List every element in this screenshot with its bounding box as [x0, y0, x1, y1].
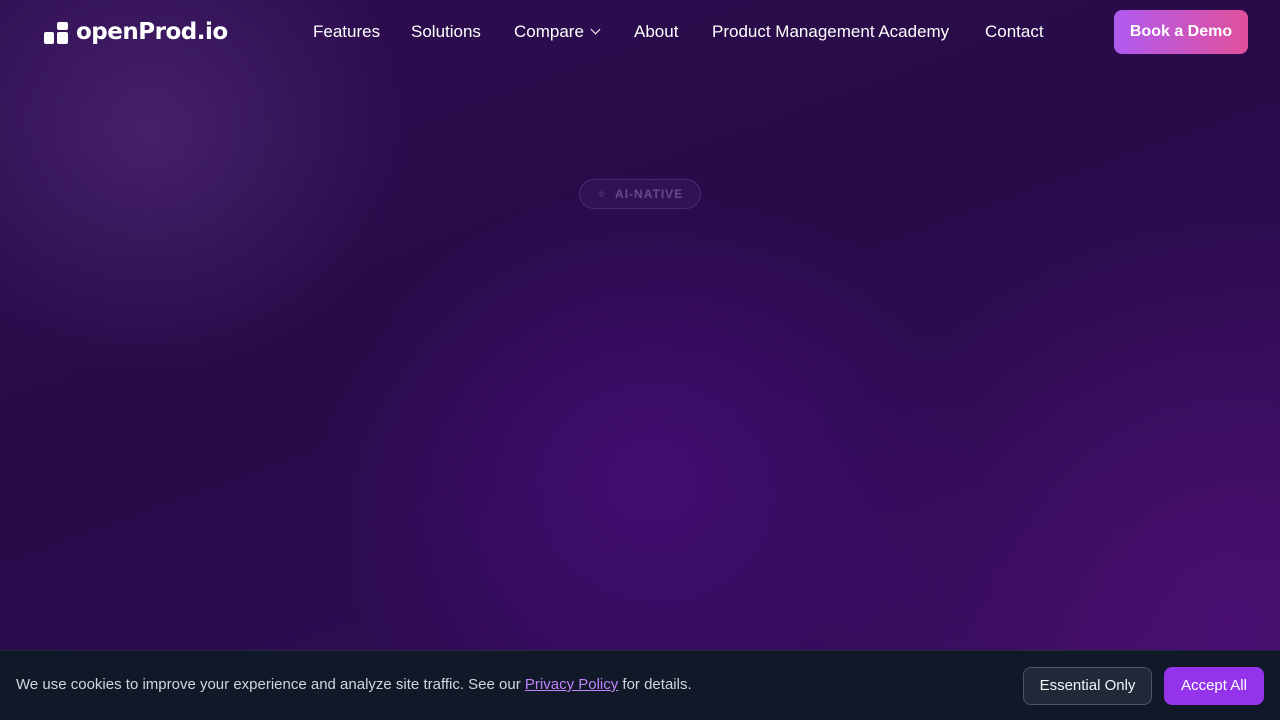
essential-only-button[interactable]: Essential Only — [1023, 667, 1152, 705]
privacy-policy-link[interactable]: Privacy Policy — [525, 676, 618, 693]
nav-item-about[interactable]: About — [634, 20, 678, 44]
nav-item-compare-label: Compare — [514, 22, 584, 41]
logo-mark-icon — [44, 20, 68, 44]
badge-label: AI-NATIVE — [615, 187, 684, 201]
nav-item-academy[interactable]: Product Management Academy — [712, 20, 949, 44]
book-demo-button[interactable]: Book a Demo — [1114, 10, 1248, 54]
logo-text: openProd.io — [76, 19, 228, 45]
cookie-message: We use cookies to improve your experienc… — [16, 675, 692, 695]
nav-item-compare[interactable]: Compare — [514, 20, 601, 44]
cookie-text-before: We use cookies to improve your experienc… — [16, 676, 525, 693]
cookie-banner: We use cookies to improve your experienc… — [0, 650, 1280, 720]
nav-item-contact[interactable]: Contact — [985, 20, 1044, 44]
page-background — [0, 0, 1280, 720]
sparkle-icon: ✧ — [596, 188, 608, 201]
accept-all-button[interactable]: Accept All — [1164, 667, 1264, 705]
nav-item-solutions[interactable]: Solutions — [411, 20, 481, 44]
cookie-text-after: for details. — [618, 676, 692, 693]
nav-item-features[interactable]: Features — [313, 20, 380, 44]
logo[interactable]: openProd.io — [44, 18, 228, 46]
ai-native-badge: ✧ AI-NATIVE — [579, 179, 701, 209]
site-header: openProd.io Features Solutions Compare A… — [0, 0, 1280, 64]
chevron-down-icon — [590, 24, 601, 35]
